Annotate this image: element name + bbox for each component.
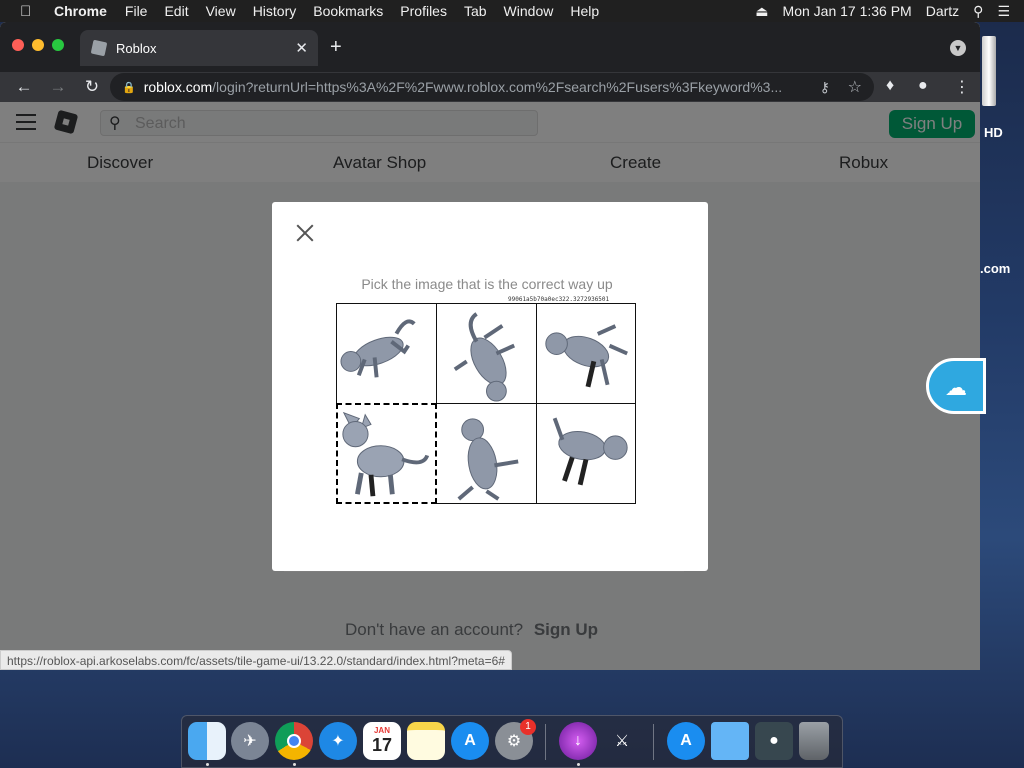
menu-window[interactable]: Window	[504, 3, 554, 19]
zoom-window-button[interactable]	[52, 39, 64, 51]
dock-finder-icon[interactable]	[188, 722, 226, 760]
url-path: /login?returnUrl=https%3A%2F%2Fwww.roblo…	[212, 79, 783, 95]
captcha-prompt: Pick the image that is the correct way u…	[361, 276, 613, 292]
extensions-puzzle-icon[interactable]: ♦	[886, 77, 894, 95]
dock-app-store-icon[interactable]: A	[451, 722, 489, 760]
calendar-month: JAN	[373, 726, 390, 735]
tab-strip: Roblox ✕ + ▼	[0, 22, 980, 72]
cat-image-icon	[342, 411, 430, 497]
menu-bar:  Chrome File Edit View History Bookmark…	[0, 0, 1024, 22]
browser-toolbar: ← → ↻ 🔒 roblox.com /login?returnUrl=http…	[0, 72, 980, 102]
captcha-tile-grid	[336, 303, 636, 504]
cat-image-icon	[457, 418, 519, 501]
close-tab-icon[interactable]: ✕	[295, 39, 308, 57]
dock-safari-icon[interactable]: ✦	[319, 722, 357, 760]
menu-profiles[interactable]: Profiles	[400, 3, 447, 19]
back-icon[interactable]: ←	[14, 77, 34, 97]
captcha-modal: Pick the image that is the correct way u…	[272, 202, 708, 571]
challenge-id: 99061a5b70a0ec322.3272936501	[508, 296, 610, 303]
desktop-drive-label: HD	[984, 125, 1003, 140]
dock-chrome-icon[interactable]	[275, 722, 313, 760]
dock-notes-icon[interactable]	[407, 722, 445, 760]
dock-downloads-icon[interactable]: ↓	[559, 722, 597, 760]
menu-bookmarks[interactable]: Bookmarks	[313, 3, 383, 19]
browser-menu-icon[interactable]: ⋮	[954, 77, 970, 97]
cloud-widget-button[interactable]: ☁	[926, 358, 986, 414]
dock-calendar-icon[interactable]: JAN 17	[363, 722, 401, 760]
menu-edit[interactable]: Edit	[164, 3, 188, 19]
close-icon[interactable]	[294, 222, 316, 244]
sign-up-link[interactable]: Sign Up	[534, 620, 598, 639]
menu-tab[interactable]: Tab	[464, 3, 487, 19]
close-window-button[interactable]	[12, 39, 24, 51]
address-bar[interactable]: 🔒 roblox.com /login?returnUrl=https%3A%2…	[110, 73, 874, 101]
captcha-tile-2[interactable]	[436, 303, 537, 404]
dock-instruments-icon[interactable]: ⚔	[603, 722, 641, 760]
cat-image-icon	[453, 312, 516, 402]
cat-image-icon	[545, 324, 628, 388]
dock-app-store-downloads-icon[interactable]: A	[667, 722, 705, 760]
captcha-tile-4[interactable]	[336, 403, 437, 504]
captcha-tile-5[interactable]	[436, 403, 537, 504]
eject-icon[interactable]: ⏏	[755, 3, 768, 20]
profile-avatar-icon[interactable]: ●	[918, 77, 928, 95]
dock-trash-icon[interactable]	[799, 722, 829, 760]
dock-launchpad-icon[interactable]: ✈	[231, 722, 269, 760]
captcha-tile-1[interactable]	[336, 303, 437, 404]
url-host: roblox.com	[143, 79, 213, 95]
calendar-day: 17	[371, 735, 393, 755]
app-name-menu[interactable]: Chrome	[54, 3, 107, 19]
minimize-window-button[interactable]	[32, 39, 44, 51]
bookmark-star-icon[interactable]: ☆	[848, 77, 862, 97]
tab-search-icon[interactable]: ▼	[950, 40, 966, 56]
menubar-user[interactable]: Dartz	[926, 3, 959, 19]
cat-image-icon	[552, 417, 628, 486]
notification-badge: 1	[520, 719, 536, 735]
tab-roblox[interactable]: Roblox ✕	[80, 30, 318, 66]
desktop-item-label: .com	[980, 261, 1011, 276]
reload-icon[interactable]: ↻	[82, 77, 102, 97]
apple-menu-icon[interactable]: 	[20, 3, 40, 20]
no-account-label: Don't have an account?	[345, 620, 524, 639]
control-center-icon[interactable]: ☰	[997, 3, 1010, 20]
lock-icon[interactable]: 🔒	[122, 81, 136, 94]
menubar-clock[interactable]: Mon Jan 17 1:36 PM	[783, 3, 912, 19]
new-tab-button[interactable]: +	[330, 36, 342, 59]
status-url-bubble: https://roblox-api.arkoselabs.com/fc/ass…	[0, 650, 512, 670]
dock-folder-icon[interactable]	[711, 722, 749, 760]
spotlight-search-icon[interactable]: ⚲	[973, 3, 983, 20]
menu-history[interactable]: History	[253, 3, 297, 19]
dock-utility-icon[interactable]: ●	[755, 722, 793, 760]
hard-drive-icon[interactable]	[982, 36, 996, 106]
roblox-favicon-icon	[90, 39, 108, 57]
dock: ✈ ✦ JAN 17 A ⚙ ↓ ⚔ A ●	[181, 715, 843, 768]
tab-title: Roblox	[116, 40, 157, 56]
captcha-tile-3[interactable]	[536, 303, 636, 404]
password-key-icon[interactable]: ⚷	[820, 79, 830, 96]
forward-icon[interactable]: →	[48, 77, 68, 97]
menu-view[interactable]: View	[206, 3, 236, 19]
cat-image-icon	[340, 319, 416, 378]
menu-file[interactable]: File	[125, 3, 148, 19]
menu-help[interactable]: Help	[570, 3, 599, 19]
cloud-icon: ☁	[945, 375, 967, 400]
no-account-text: Don't have an account? Sign Up	[345, 620, 598, 640]
captcha-tile-6[interactable]	[536, 403, 636, 504]
